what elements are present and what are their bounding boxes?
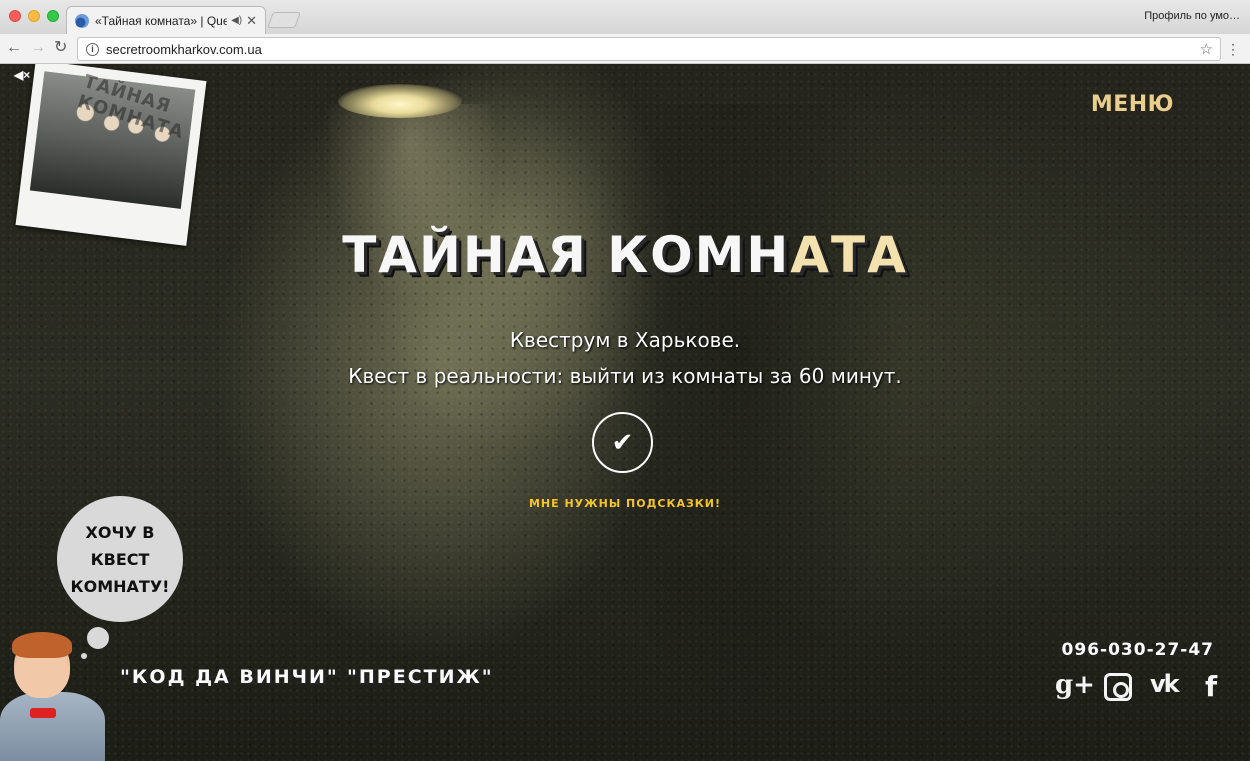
quest-link-prestige[interactable]: "ПРЕСТИЖ" <box>347 666 494 688</box>
bubble-line2: КВЕСТ <box>90 549 150 569</box>
vk-icon[interactable]: vk <box>1150 670 1180 698</box>
speaker-icon[interactable]: ◀) <box>231 15 242 26</box>
boy-shirt <box>0 692 105 761</box>
tab-close-button[interactable]: ✕ <box>246 13 257 29</box>
hints-link[interactable]: МНЕ НУЖНЫ ПОДСКАЗКИ! <box>0 497 1250 510</box>
tab-title: «Тайная комната» | Quest <box>95 13 228 28</box>
lamp-light <box>338 84 462 118</box>
check-button[interactable]: ✔ <box>592 412 653 473</box>
info-icon[interactable]: i <box>86 42 99 56</box>
mute-sound-icon[interactable]: ◀× <box>14 68 30 82</box>
facebook-icon[interactable]: f <box>1205 670 1217 703</box>
quest-link-da-vinci[interactable]: "КОД ДА ВИНЧИ" <box>120 666 339 688</box>
forward-arrow-icon[interactable]: → <box>30 39 46 57</box>
tagline-line1: Квеструм в Харькове. <box>509 328 741 352</box>
page-viewport: ◀× ТАЙНАЯ КОМНАТА МЕНЮ ТАЙНАЯ КОМНАТА Кв… <box>0 64 1250 761</box>
profile-button[interactable]: Профиль по умо… <box>1144 10 1240 22</box>
minimize-window-button[interactable] <box>28 10 40 22</box>
bubble-line3: КОМНАТУ! <box>70 576 170 596</box>
site-title: ТАЙНАЯ КОМНАТА <box>0 226 1250 284</box>
boy-bowtie <box>30 708 56 718</box>
new-tab-button[interactable] <box>267 12 301 28</box>
maximize-window-button[interactable] <box>47 10 59 22</box>
checkmark-icon: ✔ <box>611 427 634 457</box>
boy-image <box>0 632 105 761</box>
reload-icon[interactable]: ↻ <box>54 39 67 57</box>
team-photo: ТАЙНАЯ КОМНАТА <box>29 70 196 209</box>
phone-number[interactable]: 096-030-27-47 <box>1062 640 1214 660</box>
photo-sign: ТАЙНАЯ КОМНАТА <box>75 70 187 144</box>
bookmark-star-icon[interactable]: ☆ <box>1200 40 1213 58</box>
browser-toolbar: ← → ↻ i secretroomkharkov.com.ua ☆ ⋮ <box>0 34 1250 64</box>
browser-tab[interactable]: «Тайная комната» | Quest ◀) ✕ <box>66 6 266 34</box>
google-plus-icon[interactable]: g+ <box>1055 670 1095 700</box>
lamp-glow <box>300 104 520 464</box>
instagram-icon[interactable] <box>1104 673 1132 701</box>
close-window-button[interactable] <box>9 10 21 22</box>
tagline-line2: Квест в реальности: выйти из комнаты за … <box>348 364 902 388</box>
address-bar[interactable]: i secretroomkharkov.com.ua ☆ <box>77 37 1221 61</box>
url-text: secretroomkharkov.com.ua <box>106 41 262 57</box>
browser-titlebar: «Тайная комната» | Quest ◀) ✕ Профиль по… <box>0 0 1250 34</box>
boy-hair <box>12 632 72 658</box>
favicon-icon <box>75 13 89 28</box>
site-title-accent: АТА <box>790 226 908 284</box>
menu-button[interactable]: МЕНЮ <box>1091 92 1174 117</box>
site-title-main: ТАЙНАЯ КОМН <box>342 226 791 284</box>
booking-bubble[interactable]: ХОЧУ В КВЕСТ КОМНАТУ! <box>57 496 183 622</box>
browser-menu-icon[interactable]: ⋮ <box>1226 40 1240 58</box>
bubble-line1: ХОЧУ В <box>85 522 155 542</box>
polaroid-photo: ТАЙНАЯ КОМНАТА <box>15 64 207 246</box>
back-arrow-icon[interactable]: ← <box>6 39 22 57</box>
